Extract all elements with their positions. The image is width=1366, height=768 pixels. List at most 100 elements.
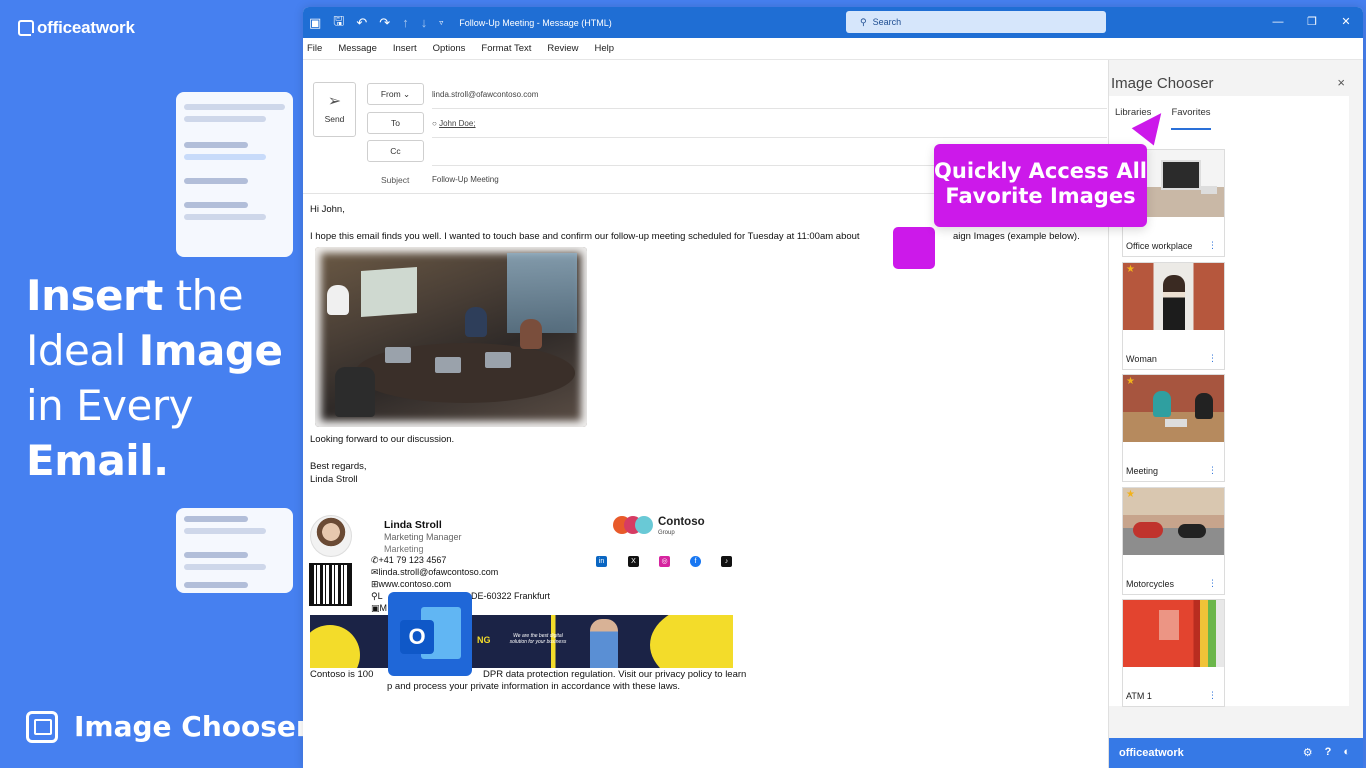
image-chooser-brand-label: Image Chooser (74, 710, 310, 743)
menu-file[interactable]: File (307, 43, 330, 54)
banner-text-g: NG (477, 635, 491, 645)
body-paragraph-tail: aign Images (example below). (953, 231, 1080, 242)
search-placeholder: Search (872, 17, 902, 27)
menu-help[interactable]: Help (595, 43, 623, 54)
card-label: Motorcycles (1126, 579, 1175, 589)
instagram-icon[interactable]: ◎ (659, 556, 670, 567)
card-label: ATM 1 (1126, 691, 1152, 701)
to-button[interactable]: To (367, 112, 424, 134)
customize-toolbar-icon[interactable]: ▿ (439, 18, 443, 27)
image-card-motorcycles[interactable]: ★ Motorcycles ⋮ (1122, 487, 1225, 595)
menu-message[interactable]: Message (338, 43, 385, 54)
callout-line2: Favorite Images (945, 184, 1136, 208)
image-card-woman[interactable]: ★ Woman ⋮ (1122, 262, 1225, 370)
signature-web[interactable]: ⊞www.contoso.com (371, 579, 451, 590)
menu-options[interactable]: Options (433, 43, 474, 54)
signature-line4: ▣M (371, 603, 388, 613)
more-options-icon[interactable]: ⋮ (1208, 465, 1217, 476)
signature-phone: ✆+41 79 123 4567 (371, 555, 447, 565)
panel-title: Image Chooser (1111, 75, 1214, 92)
cc-button[interactable]: Cc (367, 140, 424, 162)
signature-email[interactable]: ✉linda.stroll@ofawcontoso.com (371, 567, 498, 578)
favorites-callout: Quickly Access All Favorite Images (934, 144, 1147, 227)
favorite-star-icon[interactable]: ★ (1126, 376, 1135, 387)
search-icon: ⚲ (860, 16, 867, 27)
to-field[interactable]: ○ John Doe; (432, 119, 476, 128)
down-arrow-icon[interactable]: ↓ (421, 15, 428, 30)
officeatwork-logo: officeatwork (18, 18, 135, 39)
tab-favorites[interactable]: Favorites (1171, 96, 1211, 130)
thumbnail-atm-1 (1123, 600, 1224, 667)
from-button[interactable]: From ⌄ (367, 83, 424, 105)
tiktok-icon[interactable]: ♪ (721, 556, 732, 567)
up-arrow-icon[interactable]: ↑ (402, 15, 409, 30)
contoso-sub: Group (658, 530, 675, 536)
image-chooser-brand: Image Chooser (26, 710, 310, 743)
chevron-down-icon: ⌄ (403, 89, 411, 99)
phone-icon: ✆ (371, 555, 379, 565)
more-options-icon[interactable]: ⋮ (1208, 353, 1217, 364)
redo-icon[interactable]: ↷ (379, 15, 390, 31)
favorite-star-icon[interactable]: ★ (1126, 489, 1135, 500)
greeting-text: Hi John, (310, 204, 345, 215)
linkedin-icon[interactable]: in (596, 556, 607, 567)
signature-department: Marketing (384, 544, 424, 554)
web-icon: ⊞ (371, 579, 379, 589)
thumbnail-woman (1123, 263, 1224, 330)
mailbox-fragment-top (176, 92, 293, 257)
undo-icon[interactable]: ↶ (356, 15, 367, 31)
mail-icon: ✉ (371, 567, 379, 577)
contoso-name: Contoso (658, 516, 705, 528)
search-input[interactable]: ⚲ Search (846, 11, 1106, 33)
callout-tail (893, 227, 935, 269)
signature-address-end: DE-60322 Frankfurt (471, 591, 551, 601)
signature-name: Linda Stroll (384, 519, 442, 531)
signature-banner[interactable]: NG We are the best digital solution for … (310, 615, 733, 668)
facebook-icon[interactable]: f (690, 556, 701, 567)
restore-icon[interactable]: ❐ (1295, 7, 1329, 38)
minimize-icon[interactable]: — (1261, 7, 1295, 38)
signature-avatar (310, 515, 352, 557)
favorite-star-icon[interactable]: ★ (1126, 264, 1135, 275)
title-bar: ▣ 🖫 ↶ ↷ ↑ ↓ ▿ Follow-Up Meeting - Messag… (303, 7, 1363, 38)
contoso-logo (613, 516, 653, 534)
image-card-atm-1[interactable]: ATM 1 ⋮ (1122, 599, 1225, 707)
help-icon[interactable]: ? (1325, 746, 1332, 759)
marketing-headline: Insert the Ideal Image in Every Email. (26, 271, 283, 485)
settings-icon[interactable]: ⚙ (1303, 746, 1313, 759)
more-options-icon[interactable]: ⋮ (1208, 690, 1217, 701)
brand-name: officeatwork (37, 18, 135, 37)
send-icon: ➢ (327, 93, 342, 110)
image-chooser-icon (26, 710, 58, 743)
closing-text: Looking forward to our discussion. (310, 434, 455, 445)
inserted-meeting-photo[interactable] (315, 247, 587, 427)
outlook-logo: O (388, 592, 472, 676)
banner-quote: We are the best digital solution for you… (509, 633, 567, 645)
close-window-icon[interactable]: ✕ (1329, 7, 1363, 38)
menu-format-text[interactable]: Format Text (481, 43, 539, 54)
outlook-app-icon: ▣ (309, 14, 322, 30)
signature-role: Marketing Manager (384, 532, 462, 542)
more-options-icon[interactable]: ⋮ (1208, 240, 1217, 251)
mailbox-fragment-bottom (176, 508, 293, 593)
x-icon[interactable]: X (628, 556, 639, 567)
send-button[interactable]: ➢ Send (313, 82, 356, 137)
subject-field[interactable]: Follow-Up Meeting (432, 175, 499, 184)
window-title: Follow-Up Meeting - Message (HTML) (459, 17, 612, 28)
card-label: Woman (1126, 354, 1157, 364)
menu-insert[interactable]: Insert (393, 43, 425, 54)
send-label: Send (324, 114, 345, 124)
user-avatar-icon[interactable]: ◐ (1343, 746, 1350, 759)
image-card-meeting[interactable]: ★ Meeting ⋮ (1122, 374, 1225, 482)
disclaimer-line1: DPR data protection regulation. Visit ou… (483, 669, 747, 680)
to-recipient[interactable]: John Doe; (439, 119, 475, 128)
menu-review[interactable]: Review (547, 43, 586, 54)
panel-footer-brand: officeatwork (1119, 747, 1184, 759)
card-label: Office workplace (1126, 241, 1193, 251)
close-icon[interactable]: × (1337, 75, 1345, 90)
from-field[interactable]: linda.stroll@ofawcontoso.com (432, 90, 538, 99)
more-options-icon[interactable]: ⋮ (1208, 578, 1217, 589)
save-icon[interactable]: 🖫 (333, 12, 344, 34)
signature-address: ⚲L (371, 591, 383, 601)
signoff-text: Linda Stroll (310, 474, 358, 485)
